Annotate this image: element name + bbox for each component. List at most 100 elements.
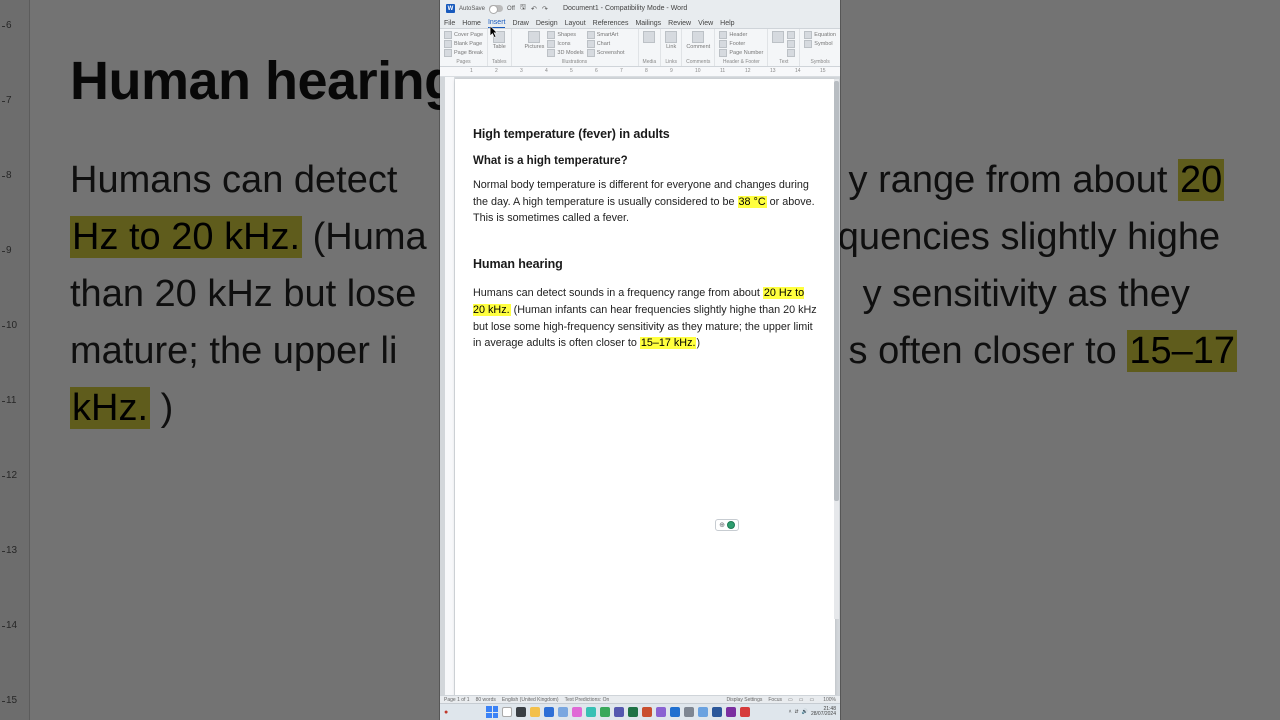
tab-home[interactable]: Home bbox=[462, 20, 481, 28]
editor-suggestion-pill[interactable]: ⊕ bbox=[715, 519, 739, 531]
status-words[interactable]: 80 words bbox=[476, 697, 496, 703]
icons-button[interactable]: Icons bbox=[547, 40, 570, 48]
volume-icon[interactable]: 🔊 bbox=[802, 709, 808, 715]
excel-icon[interactable] bbox=[628, 707, 638, 717]
tab-layout[interactable]: Layout bbox=[565, 20, 586, 28]
view-read-icon[interactable]: ▭ bbox=[788, 697, 793, 703]
taskbar-clock[interactable]: 21:48 28/07/2024 bbox=[811, 707, 836, 717]
ruler-tick: 12 bbox=[6, 470, 17, 481]
copilot-icon[interactable] bbox=[656, 707, 666, 717]
ruler-mark: 2 bbox=[495, 68, 498, 74]
icons-icon bbox=[547, 40, 555, 48]
media-button[interactable] bbox=[643, 31, 655, 43]
document-page[interactable]: High temperature (fever) in adults What … bbox=[455, 79, 835, 698]
symbol-button[interactable]: Symbol bbox=[804, 40, 832, 48]
onenote-icon[interactable] bbox=[726, 707, 736, 717]
quickparts-button[interactable] bbox=[787, 31, 795, 39]
page-break-button[interactable]: Page Break bbox=[444, 49, 483, 57]
view-web-icon[interactable]: ▭ bbox=[809, 697, 814, 703]
group-label: Tables bbox=[492, 59, 506, 65]
tab-references[interactable]: References bbox=[593, 20, 629, 28]
redo-icon[interactable]: ↷ bbox=[541, 5, 549, 13]
status-language[interactable]: English (United Kingdom) bbox=[502, 697, 559, 703]
store-icon[interactable] bbox=[544, 707, 554, 717]
ruler-mark: 7 bbox=[620, 68, 623, 74]
equation-button[interactable]: Equation bbox=[804, 31, 836, 39]
search-icon[interactable] bbox=[502, 707, 512, 717]
paragraph-hearing: Humans can detect sounds in a frequency … bbox=[473, 285, 817, 352]
tab-help[interactable]: Help bbox=[720, 20, 734, 28]
comment-button[interactable]: Comment bbox=[686, 31, 710, 50]
chart-icon bbox=[587, 40, 595, 48]
tab-draw[interactable]: Draw bbox=[512, 20, 528, 28]
chevron-up-icon[interactable]: ˄ bbox=[789, 709, 792, 715]
snip-icon[interactable] bbox=[698, 707, 708, 717]
photos-icon[interactable] bbox=[572, 707, 582, 717]
start-button[interactable] bbox=[486, 706, 498, 718]
tab-view[interactable]: View bbox=[698, 20, 713, 28]
models-button[interactable]: 3D Models bbox=[547, 49, 583, 57]
ribbon-tabs: File Home Insert Draw Design Layout Refe… bbox=[440, 17, 840, 29]
weather-widget[interactable]: ● bbox=[444, 709, 448, 716]
scrollbar-thumb[interactable] bbox=[834, 81, 839, 501]
tab-design[interactable]: Design bbox=[536, 20, 558, 28]
vertical-scrollbar[interactable] bbox=[834, 79, 839, 619]
document-title: Document1 - Compatibility Mode - Word bbox=[563, 5, 687, 12]
link-button[interactable]: Link bbox=[665, 31, 677, 50]
background-vertical-ruler: 6 7 8 9 10 11 12 13 14 15 bbox=[0, 0, 30, 720]
security-icon[interactable] bbox=[740, 707, 750, 717]
screenshot-button[interactable]: Screenshot bbox=[587, 49, 625, 57]
bg-highlight: 15–17 bbox=[1127, 330, 1237, 372]
view-print-icon[interactable]: ▭ bbox=[799, 697, 804, 703]
task-view-icon[interactable] bbox=[516, 707, 526, 717]
wordart-button[interactable] bbox=[787, 40, 795, 48]
ribbon-group-media: Media bbox=[639, 29, 662, 66]
bg-highlight: kHz. bbox=[70, 387, 150, 429]
shapes-button[interactable]: Shapes bbox=[547, 31, 576, 39]
powerpoint-icon[interactable] bbox=[642, 707, 652, 717]
status-page[interactable]: Page 1 of 1 bbox=[444, 697, 470, 703]
system-tray[interactable]: ˄ ⇵ 🔊 21:48 28/07/2024 bbox=[789, 707, 836, 717]
explorer-icon[interactable] bbox=[530, 707, 540, 717]
chrome-icon[interactable] bbox=[600, 707, 610, 717]
tab-mailings[interactable]: Mailings bbox=[635, 20, 661, 28]
edge-icon[interactable] bbox=[586, 707, 596, 717]
minimize-button[interactable] bbox=[826, 5, 834, 13]
footer-button[interactable]: Footer bbox=[719, 40, 745, 48]
smartart-button[interactable]: SmartArt bbox=[587, 31, 619, 39]
window-controls bbox=[826, 5, 834, 13]
table-button[interactable]: Table bbox=[493, 31, 506, 50]
cover-page-button[interactable]: Cover Page bbox=[444, 31, 483, 39]
group-label: Illustrations bbox=[562, 59, 587, 65]
status-zoom[interactable]: 100% bbox=[823, 697, 836, 703]
tab-review[interactable]: Review bbox=[668, 20, 691, 28]
autosave-toggle[interactable] bbox=[489, 5, 503, 12]
document-scroll-area[interactable]: High temperature (fever) in adults What … bbox=[440, 77, 840, 698]
status-predictions[interactable]: Text Predictions: On bbox=[565, 697, 610, 703]
tab-insert[interactable]: Insert bbox=[488, 19, 506, 28]
horizontal-ruler[interactable]: 1 2 3 4 5 6 7 8 9 10 11 12 13 14 15 bbox=[440, 67, 840, 77]
save-icon[interactable]: 🖫 bbox=[519, 5, 527, 13]
clock-date: 28/07/2024 bbox=[811, 711, 836, 717]
ruler-tick: 8 bbox=[6, 170, 12, 181]
page-number-button[interactable]: Page Number bbox=[719, 49, 763, 57]
equation-icon bbox=[804, 31, 812, 39]
wifi-icon[interactable]: ⇵ bbox=[795, 709, 799, 715]
vertical-ruler[interactable] bbox=[445, 77, 455, 698]
status-display-settings[interactable]: Display Settings bbox=[727, 697, 763, 703]
pictures-button[interactable]: Pictures bbox=[525, 31, 545, 50]
ruler-mark: 5 bbox=[570, 68, 573, 74]
status-focus[interactable]: Focus bbox=[768, 697, 782, 703]
header-button[interactable]: Header bbox=[719, 31, 747, 39]
chart-button[interactable]: Chart bbox=[587, 40, 610, 48]
dropcap-button[interactable] bbox=[787, 49, 795, 57]
outlook-icon[interactable] bbox=[670, 707, 680, 717]
mail-icon[interactable] bbox=[558, 707, 568, 717]
blank-page-button[interactable]: Blank Page bbox=[444, 40, 482, 48]
word-icon[interactable] bbox=[712, 707, 722, 717]
teams-icon[interactable] bbox=[614, 707, 624, 717]
tab-file[interactable]: File bbox=[444, 20, 455, 28]
undo-icon[interactable]: ↶ bbox=[530, 5, 538, 13]
textbox-button[interactable] bbox=[772, 31, 784, 43]
settings-icon[interactable] bbox=[684, 707, 694, 717]
